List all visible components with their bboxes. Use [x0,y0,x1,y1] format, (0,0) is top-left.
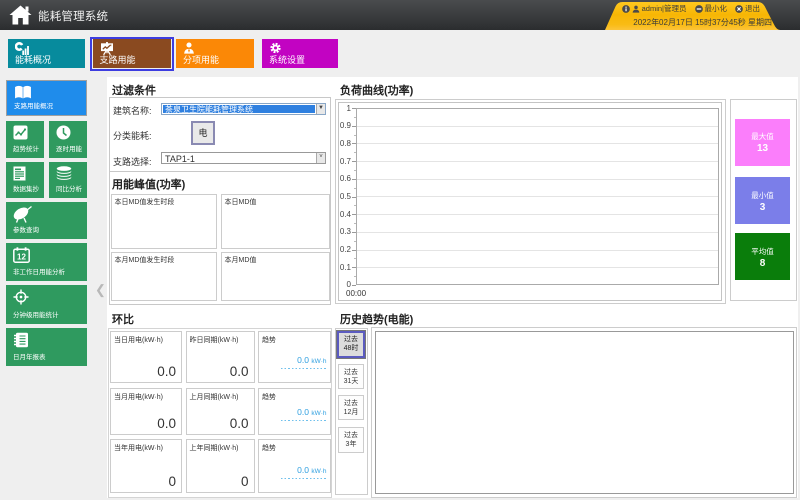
svg-text:12: 12 [17,253,26,262]
